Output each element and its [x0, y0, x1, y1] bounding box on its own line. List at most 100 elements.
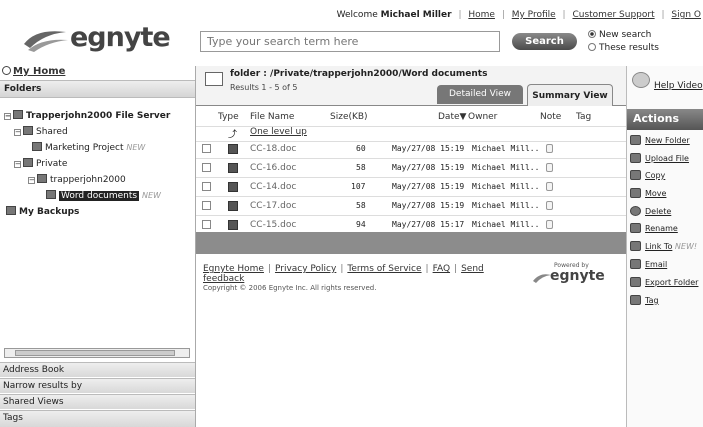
- my-profile-link[interactable]: My Profile: [512, 10, 556, 20]
- radio-icon[interactable]: [588, 43, 596, 51]
- action-delete[interactable]: Delete: [630, 206, 703, 222]
- tab-summary-view[interactable]: Summary View: [527, 84, 613, 106]
- sign-out-link[interactable]: Sign O: [671, 10, 701, 20]
- row-checkbox[interactable]: [202, 220, 211, 229]
- tree-item-my-backups[interactable]: My Backups: [6, 206, 79, 217]
- row-checkbox[interactable]: [202, 182, 211, 191]
- tab-detailed-view[interactable]: Detailed View: [437, 85, 523, 104]
- action-link-to[interactable]: Link To NEW!: [630, 241, 703, 257]
- search-button[interactable]: Search: [512, 33, 577, 50]
- results-count: Results 1 - 5 of 5: [230, 83, 298, 92]
- tree-item-marketing-project[interactable]: Marketing Project NEW: [32, 142, 145, 153]
- folder-icon: [23, 158, 33, 167]
- home-link[interactable]: Home: [468, 10, 495, 20]
- narrow-results-panel[interactable]: Narrow results by: [0, 378, 195, 393]
- one-level-up-link[interactable]: One level up: [250, 127, 307, 137]
- note-icon[interactable]: [546, 220, 553, 229]
- shared-views-panel[interactable]: Shared Views: [0, 394, 195, 409]
- row-checkbox[interactable]: [202, 144, 211, 153]
- sort-desc-icon: ▼: [459, 112, 467, 122]
- collapse-icon[interactable]: −: [14, 161, 21, 168]
- collapse-icon[interactable]: −: [4, 113, 11, 120]
- table-row[interactable]: CC-14.doc 107 May/27/08 15:19 Michael Mi…: [196, 178, 626, 197]
- powered-logo-text: egnyte: [550, 268, 605, 284]
- file-date: May/27/08 15:19: [392, 182, 465, 191]
- logo-swoosh-icon: [533, 274, 551, 283]
- file-name[interactable]: CC-14.doc: [250, 182, 296, 192]
- table-footer-bar: [196, 232, 626, 254]
- privacy-policy-link[interactable]: Privacy Policy: [275, 264, 336, 274]
- tree-item-word-documents[interactable]: Word documents NEW: [46, 190, 161, 201]
- new-search-radio[interactable]: New search: [588, 30, 651, 40]
- col-size[interactable]: Size(KB): [330, 112, 368, 122]
- action-export-folder[interactable]: Export Folder: [630, 277, 703, 293]
- user-name: Michael Miller: [380, 10, 452, 20]
- tree-item-shared[interactable]: − Shared: [14, 126, 68, 137]
- collapse-icon[interactable]: −: [28, 177, 35, 184]
- email-icon: [630, 259, 641, 269]
- address-book-panel[interactable]: Address Book: [0, 362, 195, 377]
- customer-support-link[interactable]: Customer Support: [572, 10, 654, 20]
- these-results-radio[interactable]: These results: [588, 43, 659, 53]
- word-doc-icon: [228, 144, 238, 154]
- file-name[interactable]: CC-17.doc: [250, 201, 296, 211]
- tree-item-trapperjohn2000[interactable]: − trapperjohn2000: [28, 174, 126, 185]
- note-icon[interactable]: [546, 201, 553, 210]
- tags-panel[interactable]: Tags: [0, 410, 195, 427]
- tag-icon: [630, 295, 641, 305]
- file-name[interactable]: CC-18.doc: [250, 144, 296, 154]
- folder-icon: [46, 190, 56, 199]
- egnyte-logo[interactable]: egnyte: [22, 22, 197, 54]
- home-icon: [2, 66, 11, 75]
- terms-link[interactable]: Terms of Service: [347, 264, 421, 274]
- delete-icon: [630, 206, 641, 216]
- table-row[interactable]: CC-17.doc 58 May/27/08 15:19 Michael Mil…: [196, 197, 626, 216]
- egnyte-home-link[interactable]: Egnyte Home: [203, 264, 264, 274]
- faq-link[interactable]: FAQ: [433, 264, 450, 274]
- action-new-folder[interactable]: New Folder: [630, 135, 703, 151]
- col-owner[interactable]: Owner: [468, 112, 497, 122]
- word-doc-icon: [228, 220, 238, 230]
- help-video-icon: [632, 72, 650, 88]
- action-tag[interactable]: Tag: [630, 295, 703, 311]
- folder-icon: [205, 72, 223, 86]
- my-home-link[interactable]: My Home: [2, 66, 194, 80]
- file-name[interactable]: CC-15.doc: [250, 220, 296, 230]
- radio-selected-icon[interactable]: [588, 30, 596, 38]
- file-date: May/27/08 15:19: [392, 144, 465, 153]
- help-video[interactable]: Help Video: [628, 66, 703, 104]
- collapse-icon[interactable]: −: [14, 129, 21, 136]
- row-checkbox[interactable]: [202, 163, 211, 172]
- col-date[interactable]: Date▼: [438, 112, 466, 122]
- file-name[interactable]: CC-16.doc: [250, 163, 296, 173]
- action-email[interactable]: Email: [630, 259, 703, 275]
- link-icon: [630, 241, 641, 251]
- table-row[interactable]: CC-18.doc 60 May/27/08 15:19 Michael Mil…: [196, 140, 626, 159]
- action-upload-file[interactable]: Upload File: [630, 153, 703, 169]
- scrollbar-thumb[interactable]: [15, 350, 175, 356]
- horizontal-scrollbar[interactable]: [4, 348, 190, 358]
- col-type[interactable]: Type: [218, 112, 239, 122]
- new-badge: NEW: [126, 143, 146, 152]
- action-move[interactable]: Move: [630, 188, 703, 204]
- row-checkbox[interactable]: [202, 201, 211, 210]
- separator: |: [458, 10, 462, 20]
- action-copy[interactable]: Copy: [630, 170, 703, 186]
- note-icon[interactable]: [546, 144, 553, 153]
- search-input[interactable]: [200, 31, 500, 52]
- col-file-name[interactable]: File Name: [250, 112, 294, 122]
- action-rename[interactable]: Rename: [630, 223, 703, 239]
- file-owner: Michael Mill..: [472, 220, 540, 229]
- col-tag[interactable]: Tag: [576, 112, 591, 122]
- new-badge: NEW!: [674, 242, 698, 251]
- tree-item-file-server[interactable]: − Trapperjohn2000 File Server: [4, 110, 170, 121]
- note-icon[interactable]: [546, 163, 553, 172]
- col-note[interactable]: Note: [540, 112, 561, 122]
- table-row[interactable]: CC-16.doc 58 May/27/08 15:19 Michael Mil…: [196, 159, 626, 178]
- file-size: 60: [356, 144, 366, 153]
- tree-item-private[interactable]: − Private: [14, 158, 67, 169]
- note-icon[interactable]: [546, 182, 553, 191]
- folder-icon: [37, 174, 47, 183]
- welcome-text: Welcome: [336, 10, 378, 20]
- file-date: May/27/08 15:17: [392, 220, 465, 229]
